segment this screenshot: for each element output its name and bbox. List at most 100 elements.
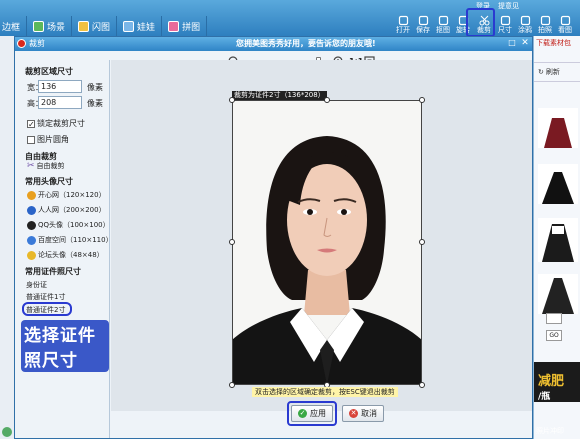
go-button[interactable]: GO [546,330,562,341]
free-crop-option-label: 自由裁剪 [36,162,65,170]
toolbar-label: 保存 [416,26,430,34]
toolbar-label: 打开 [396,26,410,34]
toolbar-view-button[interactable]: 看图 [555,11,575,35]
avatar-size-label: QQ头像（100×100） [38,221,110,229]
image-canvas[interactable]: 裁剪为证件2寸（136*208） 双击选择的区域确定裁剪，按ESC键退出裁剪 [111,60,532,411]
height-unit: 像素 [87,99,103,108]
avatar-size-label: 人人网（200×200） [38,206,106,214]
crop-options-sidebar: 裁剪区域尺寸 宽： 136 像素 高： 208 像素 ✓ 锁定裁剪尺寸 图片圆角… [15,60,113,438]
avatar-size-label: 百度空间（110×110） [38,236,113,244]
site-logo-icon [27,235,36,245]
avatar-size-option[interactable]: 论坛头像（48×48） [27,250,104,260]
crop-handle-bl[interactable] [229,382,235,388]
app-tab[interactable]: 闪图 [72,16,118,36]
crop-handle-tl[interactable] [229,97,235,103]
round-corner-checkbox[interactable]: 图片圆角 [27,134,69,145]
dialog-slogan: 您拥美图秀秀好用，要告诉您的朋友哦! [236,39,376,48]
app-tab-label: 边框 [2,22,21,33]
cancel-label: 取消 [361,409,377,418]
app-tab[interactable]: 娃娃 [117,16,163,36]
material-thumb-3[interactable] [538,218,578,262]
avatar-size-option[interactable]: 百度空间（110×110） [27,235,113,245]
ad-banner-sub: /瓶 [538,392,551,402]
id-card-option[interactable]: 身份证 [26,280,47,290]
avatar-size-label: 论坛头像（48×48） [38,251,104,259]
apply-button[interactable]: ✓ 应用 [291,405,333,422]
toolbar-camera-button[interactable]: 拍照 [535,11,555,35]
view-icon [560,15,570,26]
ad-banner[interactable]: 减肥 /瓶 [534,362,580,402]
resize-icon [500,15,510,26]
close-icon[interactable]: ✕ [520,38,530,48]
id-photo-sizes-heading: 常用证件照尺寸 [25,267,81,276]
cancel-icon: ✕ [349,409,358,418]
toolbar-label: 看图 [558,26,572,34]
tab-icon [123,20,135,32]
tab-icon [78,20,90,32]
ad-banner-text: 减肥 [538,374,565,389]
download-material-link[interactable]: 下载素材包 [534,36,580,50]
cancel-button[interactable]: ✕ 取消 [342,405,384,422]
toolbar-cutout-button[interactable]: 抠图 [433,11,453,35]
status-icon [2,427,12,437]
app-tab[interactable]: 边框 [0,16,28,36]
avatar-size-option[interactable]: QQ头像（100×100） [27,220,110,230]
apply-label: 应用 [310,409,326,418]
save-icon [418,15,428,26]
id-2inch-highlight [22,302,72,316]
toolbar-label: 尺寸 [498,26,512,34]
material-thumb-2[interactable] [538,164,578,204]
avatar-size-label: 开心网（120×120） [38,191,106,199]
site-logo-icon [27,205,36,215]
crop-handle-t[interactable] [324,97,330,103]
lock-size-checkbox[interactable]: ✓ 锁定裁剪尺寸 [27,118,85,129]
dialog-titlebar: 裁剪 您拥美图秀秀好用，要告诉您的朋友哦! □ ✕ [15,37,532,51]
site-logo-icon [27,250,36,260]
app-tab-label: 娃娃 [137,22,156,33]
material-thumb-1[interactable] [538,108,578,148]
app-tab[interactable]: 场景 [27,16,73,36]
avatar-size-option[interactable]: 人人网（200×200） [27,205,106,215]
crop-tool-highlight [466,8,495,37]
cutout-icon [438,15,448,26]
photo-print-link[interactable]: 照片冲印 [536,426,564,436]
material-thumb-4[interactable] [538,274,578,314]
crop-size-heading: 裁剪区域尺寸 [25,67,73,76]
crop-handle-r[interactable] [419,239,425,245]
app-tabs: 边框 场景 闪图 娃娃 拼图 [0,16,208,36]
crop-selection-box[interactable] [232,100,422,385]
height-input[interactable]: 208 [38,96,82,109]
refresh-button[interactable]: ↻ 刷新 [534,62,580,82]
toolbar-label: 抠图 [436,26,450,34]
tab-icon [33,20,45,32]
crop-size-label: 裁剪为证件2寸（136*208） [232,91,327,100]
site-logo-icon [27,220,36,230]
toolbar-save-button[interactable]: 保存 [413,11,433,35]
crop-handle-br[interactable] [419,382,425,388]
camera-icon [540,15,550,26]
width-unit: 像素 [87,83,103,92]
toolbar-label: 拍照 [538,26,552,34]
annotation-callout: 选择证件照尺寸 [21,320,109,372]
refresh-icon: ↻ [538,68,544,76]
id-1inch-option[interactable]: 普通证件1寸 [26,292,65,302]
crop-handle-tr[interactable] [419,97,425,103]
width-input[interactable]: 136 [38,80,82,93]
round-corner-label: 图片圆角 [37,135,69,144]
free-crop-option[interactable]: ✂ 自由裁剪 [27,161,65,171]
scissors-icon: ✂ [27,161,35,171]
app-header: 边框 场景 闪图 娃娃 拼图 登录 提意见 打开 保存 抠图 旋转 裁剪 尺寸 涂鸦 拍照 看图 [0,0,580,37]
maximize-icon[interactable]: □ [507,38,517,48]
panel-input[interactable] [546,313,562,324]
app-tab[interactable]: 拼图 [162,16,208,36]
tab-icon [168,20,180,32]
avatar-size-option[interactable]: 开心网（120×120） [27,190,106,200]
app-tab-label: 闪图 [92,22,111,33]
feedback-link[interactable]: 提意见 [498,1,519,11]
toolbar-open-button[interactable]: 打开 [393,11,413,35]
crop-handle-l[interactable] [229,239,235,245]
toolbar-resize-button[interactable]: 尺寸 [495,11,515,35]
site-logo-icon [27,190,36,200]
toolbar-brush-button[interactable]: 涂鸦 [515,11,535,35]
crop-dialog: 裁剪 您拥美图秀秀好用，要告诉您的朋友哦! □ ✕ 1:1 裁剪区域尺寸 宽： … [14,36,533,439]
